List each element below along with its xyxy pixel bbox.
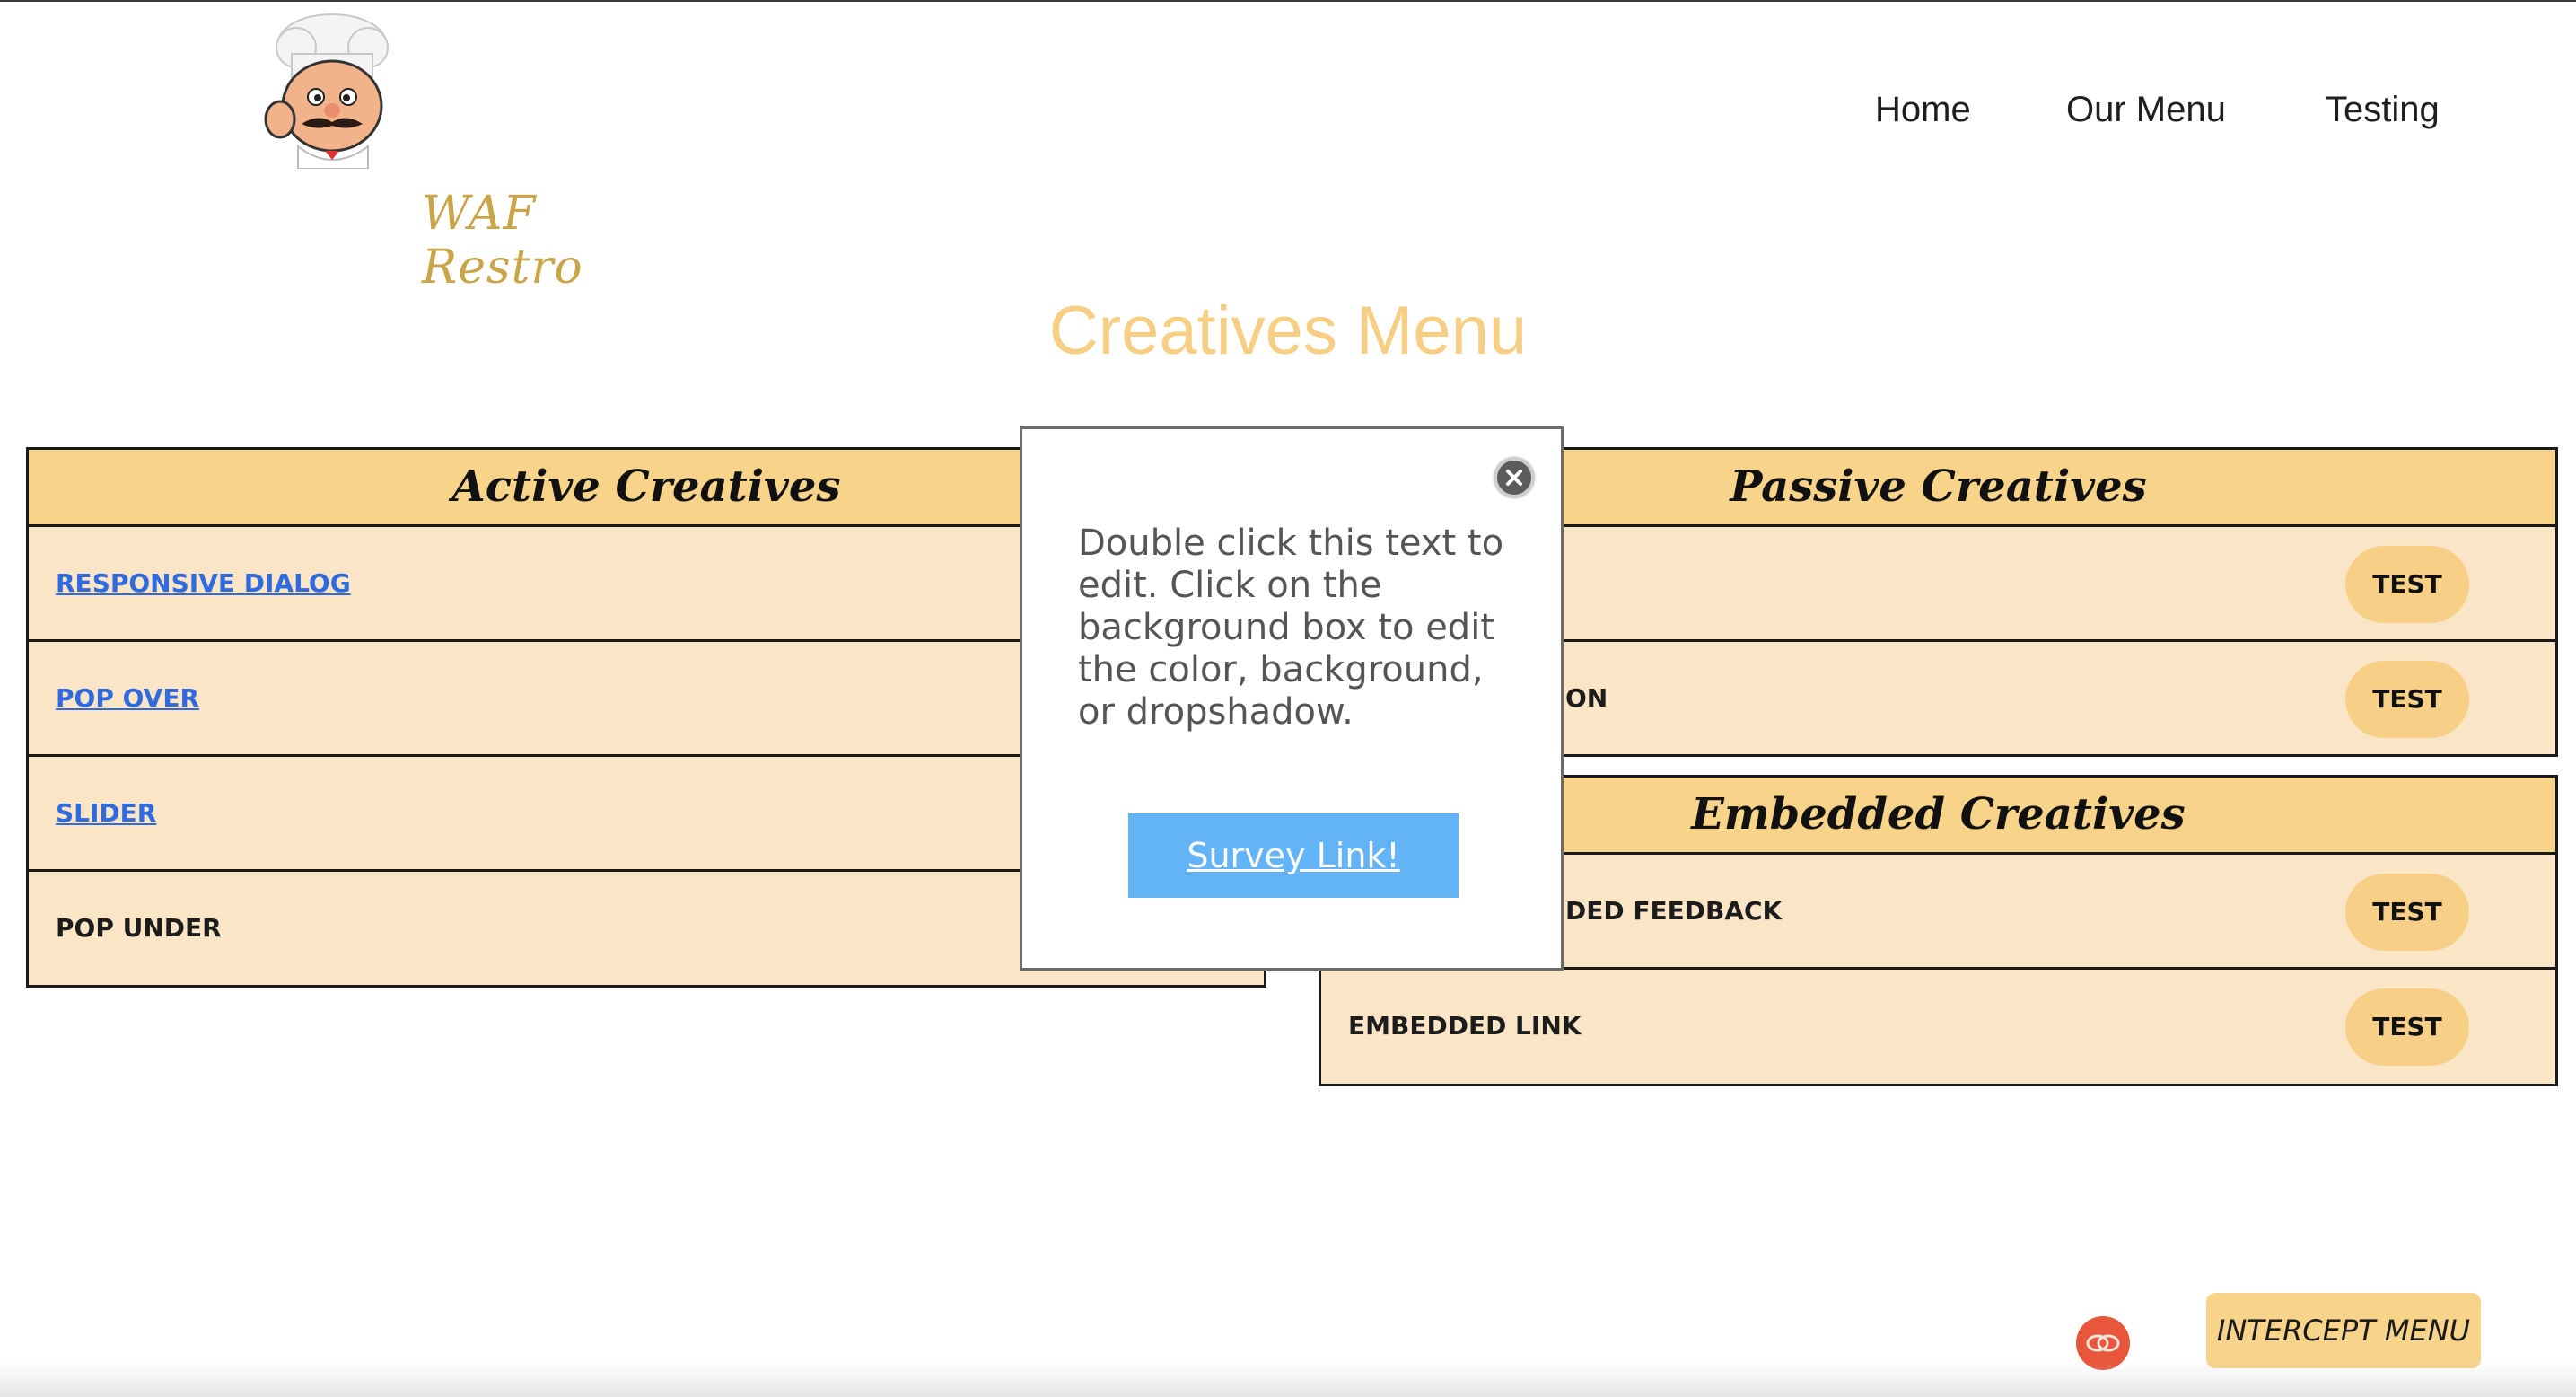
pop-over-link[interactable]: POP OVER (56, 642, 199, 754)
brand-name: WAF Restro (422, 187, 583, 294)
site-logo[interactable]: WAF Restro (206, 7, 583, 294)
nav-testing-link[interactable]: Testing (2326, 90, 2440, 130)
modal-text[interactable]: Double click this text to edit. Click on… (1078, 523, 1527, 734)
test-button[interactable]: TEST (2345, 988, 2469, 1066)
top-border (0, 0, 2576, 2)
intercept-menu-button[interactable]: INTERCEPT MENU (2206, 1293, 2481, 1368)
bottom-shadow (0, 1361, 2576, 1397)
test-button[interactable]: TEST (2345, 546, 2469, 623)
embedded-feedback-label: DED FEEDBACK (1565, 896, 1783, 926)
slider-link[interactable]: SLIDER (56, 757, 156, 869)
page-title: Creatives Menu (1048, 293, 1528, 369)
passive-row-label: ON (1565, 683, 1608, 713)
test-button[interactable]: TEST (2345, 661, 2469, 738)
close-icon[interactable] (1494, 458, 1534, 497)
table-row: EMBEDDED LINK TEST (1321, 970, 2555, 1085)
embedded-link-label: EMBEDDED LINK (1348, 1011, 1582, 1041)
chef-mascot-icon (264, 13, 389, 169)
nav-home-link[interactable]: Home (1875, 90, 1971, 130)
responsive-dialog-link[interactable]: RESPONSIVE DIALOG (56, 527, 351, 639)
nav-our-menu-link[interactable]: Our Menu (2066, 90, 2226, 130)
survey-link-button[interactable]: Survey Link! (1128, 813, 1459, 898)
test-button[interactable]: TEST (2345, 874, 2469, 951)
survey-modal[interactable]: Double click this text to edit. Click on… (1020, 426, 1564, 971)
pop-under-label: POP UNDER (56, 913, 222, 943)
